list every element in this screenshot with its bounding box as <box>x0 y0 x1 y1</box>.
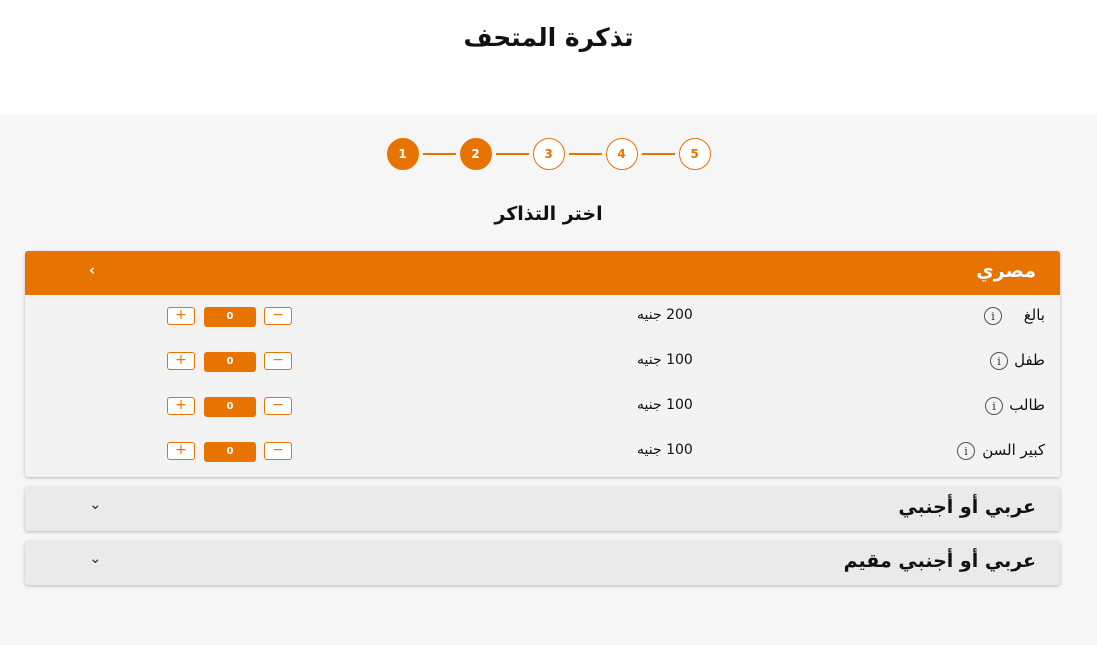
quantity-value: 0 <box>204 442 256 462</box>
chevron-down-icon[interactable]: ⌄ <box>89 549 102 567</box>
decrement-button[interactable]: − <box>264 397 292 415</box>
category-arab-foreign[interactable]: عربي أو أجنبي ⌄ <box>25 487 1060 531</box>
ticket-label: كبير السن <box>982 441 1045 459</box>
step-5[interactable]: 5 <box>678 138 711 170</box>
step-4[interactable]: 4 <box>605 138 638 170</box>
ticket-price: 100 جنيه <box>637 442 693 458</box>
category-title: عربي أو أجنبي مقيم <box>843 550 1036 572</box>
increment-button[interactable]: + <box>167 397 195 415</box>
chevron-left-icon[interactable]: ‹ <box>89 261 95 279</box>
quantity-value: 0 <box>204 307 256 327</box>
ticket-label: طالب <box>1009 396 1045 414</box>
page-title: تذكرة المتحف <box>463 23 634 52</box>
ticket-price: 100 جنيه <box>637 397 693 413</box>
chevron-down-icon[interactable]: ⌄ <box>89 495 102 513</box>
step-connector <box>422 153 456 155</box>
increment-button[interactable]: + <box>167 442 195 460</box>
header: تذكرة المتحف <box>0 0 1097 115</box>
ticket-label: طفل <box>1014 351 1045 369</box>
quantity-value: 0 <box>204 397 256 417</box>
ticket-price: 100 جنيه <box>637 352 693 368</box>
category-title: مصري <box>976 260 1036 282</box>
increment-button[interactable]: + <box>167 352 195 370</box>
ticket-label: بالغ <box>1023 306 1045 324</box>
info-icon[interactable]: i <box>985 397 1003 415</box>
content-area: 1 2 3 4 5 اختر التذاكر مصري ‹ بالغ i 200… <box>0 115 1097 645</box>
step-3[interactable]: 3 <box>532 138 565 170</box>
ticket-price: 200 جنيه <box>637 307 693 323</box>
quantity-value: 0 <box>204 352 256 372</box>
ticket-row-student: طالب i 100 جنيه − 0 + <box>25 385 1060 425</box>
step-connector <box>641 153 675 155</box>
ticket-row-senior: كبير السن i 100 جنيه − 0 + <box>25 430 1060 470</box>
decrement-button[interactable]: − <box>264 352 292 370</box>
step-2[interactable]: 2 <box>459 138 492 170</box>
category-egyptian: مصري ‹ بالغ i 200 جنيه − 0 + طفل i 100 ج… <box>25 251 1060 477</box>
step-connector <box>568 153 602 155</box>
decrement-button[interactable]: − <box>264 442 292 460</box>
category-arab-foreign-resident[interactable]: عربي أو أجنبي مقيم ⌄ <box>25 541 1060 585</box>
category-egyptian-header[interactable]: مصري ‹ <box>25 251 1060 295</box>
category-title: عربي أو أجنبي <box>898 496 1036 518</box>
decrement-button[interactable]: − <box>264 307 292 325</box>
step-connector <box>495 153 529 155</box>
increment-button[interactable]: + <box>167 307 195 325</box>
stepper: 1 2 3 4 5 <box>0 135 1097 173</box>
step-1[interactable]: 1 <box>386 138 419 170</box>
info-icon[interactable]: i <box>990 352 1008 370</box>
section-title: اختر التذاكر <box>494 203 603 225</box>
ticket-row-adult: بالغ i 200 جنيه − 0 + <box>25 295 1060 335</box>
ticket-row-child: طفل i 100 جنيه − 0 + <box>25 340 1060 380</box>
info-icon[interactable]: i <box>984 307 1002 325</box>
info-icon[interactable]: i <box>957 442 975 460</box>
